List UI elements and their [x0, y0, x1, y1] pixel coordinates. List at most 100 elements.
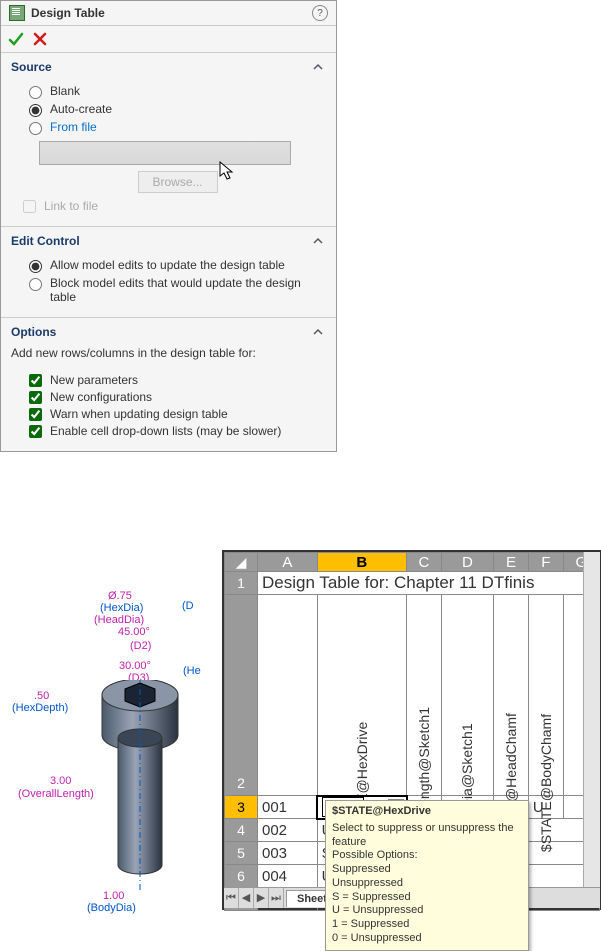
collapse-icon [310, 324, 326, 340]
col-A[interactable]: A [258, 553, 318, 572]
check-linktofile-label: Link to file [44, 199, 98, 213]
dim-hexdia-val: Ø.75 [108, 590, 132, 602]
model-view: Ø.75 (HexDia) (HeadDia) 45.00° (D2) (D 3… [0, 590, 230, 920]
radio-fromfile[interactable]: From file [29, 120, 326, 135]
row-3-header[interactable]: 3 [225, 796, 258, 819]
cell-A3[interactable]: 001 [258, 796, 318, 819]
check-warn[interactable]: Warn when updating design table [29, 407, 326, 421]
check-warn-label: Warn when updating design table [50, 407, 228, 421]
dim-overall-name: (OverallLength) [18, 788, 94, 800]
vertical-scrollbar[interactable] [583, 552, 600, 908]
design-table-panel: Design Table ? Source Blank Auto-create … [0, 0, 337, 452]
dim-bodydia-val: 1.00 [103, 890, 124, 902]
col-E[interactable]: E [494, 553, 529, 572]
file-path-input[interactable] [39, 141, 291, 165]
radio-blockedits[interactable]: Block model edits that would update the … [29, 276, 326, 304]
column-header-row: ◢ A B C D E F G [225, 553, 600, 572]
tooltip-opt: 1 = Suppressed [332, 918, 522, 932]
collapse-icon [310, 59, 326, 75]
collapse-icon [310, 233, 326, 249]
dim-hexdepth-name: (HexDepth) [12, 702, 68, 714]
tooltip-opt: Suppressed [332, 863, 522, 877]
table-title-cell[interactable]: Design Table for: Chapter 11 DTfinis [258, 572, 600, 595]
radio-allowedits-label: Allow model edits to update the design t… [50, 258, 285, 272]
source-header[interactable]: Source [1, 53, 336, 77]
row-4-header[interactable]: 4 [225, 819, 258, 842]
cell-B2[interactable]: $STATE@HexDrive [317, 595, 406, 796]
dim-hexdepth-val: .50 [34, 690, 49, 702]
help-icon[interactable]: ? [312, 5, 328, 21]
hdr-bodychamf: $STATE@BodyChamf [538, 714, 554, 852]
editcontrol-header[interactable]: Edit Control [1, 227, 336, 251]
dim-head-partial: (He [183, 665, 201, 677]
editcontrol-section: Edit Control Allow model edits to update… [1, 226, 336, 317]
radio-blockedits-label: Block model edits that would update the … [50, 276, 310, 304]
browse-button: Browse... [138, 171, 218, 193]
dim-bodydia-name: (BodyDia) [87, 902, 136, 914]
row-2-header[interactable]: 2 [225, 595, 258, 796]
options-header-label: Options [11, 325, 56, 339]
tooltip-opt: Unsuppressed [332, 877, 522, 891]
dim-headdia-name: (HeadDia) [94, 614, 144, 626]
cancel-button[interactable] [31, 30, 49, 48]
cell-A6[interactable]: 004 [258, 865, 318, 888]
bolt-render [100, 680, 200, 890]
tab-nav-next[interactable]: ▶ [254, 888, 269, 908]
tooltip-opt: S = Suppressed [332, 891, 522, 905]
radio-blank-label: Blank [50, 84, 80, 98]
check-dropdowns[interactable]: Enable cell drop-down lists (may be slow… [29, 424, 326, 438]
cell-E2[interactable]: $STATE@HeadChamf [494, 595, 529, 796]
options-lead: Add new rows/columns in the design table… [1, 342, 336, 366]
check-newparams[interactable]: New parameters [29, 373, 326, 387]
check-dropdowns-label: Enable cell drop-down lists (may be slow… [50, 424, 281, 438]
cell-tooltip: $STATE@HexDrive Select to suppress or un… [325, 800, 529, 951]
check-linktofile[interactable]: Link to file [23, 199, 326, 213]
editcontrol-header-label: Edit Control [11, 234, 80, 248]
radio-blank[interactable]: Blank [29, 84, 326, 99]
options-header[interactable]: Options [1, 318, 336, 342]
selectall-corner[interactable]: ◢ [225, 553, 258, 572]
col-D[interactable]: D [441, 553, 493, 572]
tab-nav-prev[interactable]: ◀ [239, 888, 254, 908]
cell-C2[interactable]: OverallLength@Sketch1 [407, 595, 442, 796]
panel-actionbar [1, 26, 336, 52]
tab-nav-first[interactable]: ⏮ [224, 888, 239, 908]
source-section: Source Blank Auto-create From file Brows… [1, 52, 336, 226]
tab-nav-last[interactable]: ⏭ [269, 888, 284, 908]
cell-D2[interactable]: HeadDia@Sketch1 [441, 595, 493, 796]
cell-A4[interactable]: 002 [258, 819, 318, 842]
design-table-icon [9, 5, 25, 21]
options-section: Options Add new rows/columns in the desi… [1, 317, 336, 451]
col-B[interactable]: B [317, 553, 406, 572]
cell-A2[interactable] [258, 595, 318, 796]
dim-hexdia-name: (HexDia) [100, 602, 143, 614]
row-1-header[interactable]: 1 [225, 572, 258, 595]
row-6-header[interactable]: 6 [225, 865, 258, 888]
col-F[interactable]: F [528, 553, 563, 572]
radio-autocreate-label: Auto-create [50, 102, 112, 116]
tooltip-opt: U = Unsuppressed [332, 904, 522, 918]
row-5-header[interactable]: 5 [225, 842, 258, 865]
tooltip-poss: Possible Options: [332, 849, 522, 863]
cell-A5[interactable]: 003 [258, 842, 318, 865]
tooltip-title: $STATE@HexDrive [332, 805, 522, 819]
check-newconfigs-label: New configurations [50, 390, 152, 404]
radio-autocreate[interactable]: Auto-create [29, 102, 326, 117]
lower-area: Ø.75 (HexDia) (HeadDia) 45.00° (D2) (D 3… [0, 550, 601, 941]
check-newparams-label: New parameters [50, 373, 138, 387]
radio-fromfile-label: From file [50, 120, 97, 134]
dim-angle45: 45.00° [118, 626, 150, 638]
ok-button[interactable] [7, 30, 25, 48]
panel-titlebar: Design Table ? [1, 1, 336, 26]
dim-angle30: 30.00° [119, 660, 151, 672]
source-header-label: Source [11, 60, 52, 74]
radio-allowedits[interactable]: Allow model edits to update the design t… [29, 258, 326, 273]
tooltip-opt: 0 = Unsuppressed [332, 932, 522, 946]
dim-d2: (D2) [130, 640, 151, 652]
check-newconfigs[interactable]: New configurations [29, 390, 326, 404]
panel-title: Design Table [31, 6, 312, 20]
col-C[interactable]: C [407, 553, 442, 572]
dim-d-partial: (D [182, 600, 194, 612]
cell-F2[interactable]: $STATE@BodyChamf [528, 595, 563, 796]
dim-overall-val: 3.00 [50, 775, 71, 787]
